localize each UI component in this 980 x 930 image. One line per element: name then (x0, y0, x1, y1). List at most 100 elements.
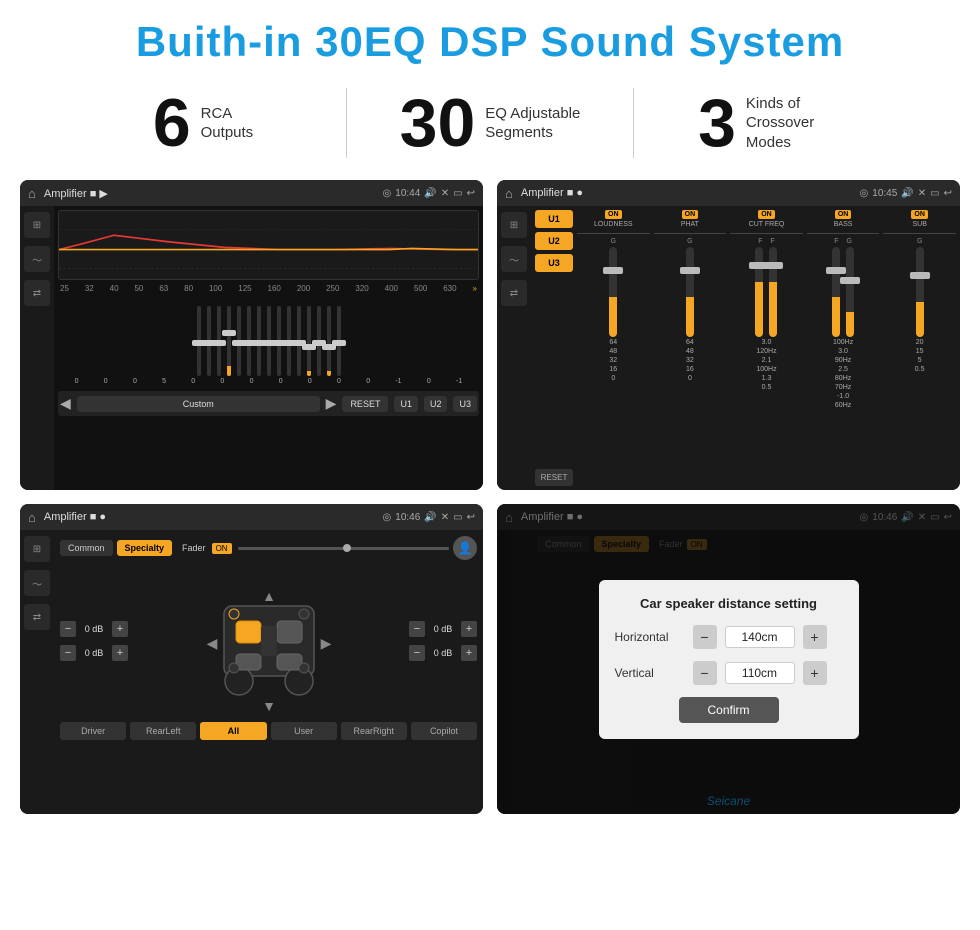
eq-prev-btn[interactable]: ◀ (60, 395, 71, 412)
screenshots-grid: ⌂ Amplifier ■ ▶ ◎ 10:44 🔊 ✕ ▭ ↩ ⊞ 〜 ⇄ (0, 170, 980, 824)
eq-slider-6[interactable] (247, 306, 251, 376)
amp-ch-loudness: ON LOUDNESS G 64 48 (577, 210, 650, 486)
amp-presets: U1 U2 U3 RESET (535, 210, 573, 486)
eq-u2-btn[interactable]: U2 (424, 396, 448, 412)
spk-sidebar-icon-2[interactable]: 〜 (24, 570, 50, 596)
home-icon[interactable]: ⌂ (28, 186, 36, 201)
driver-btn[interactable]: Driver (60, 722, 126, 740)
close-icon-3[interactable]: ✕ (441, 512, 449, 523)
eq-slider-3[interactable] (217, 306, 221, 376)
spk-specialty-tab[interactable]: Specialty (117, 540, 173, 556)
eq-u3-btn[interactable]: U3 (453, 396, 477, 412)
distance-dialog-overlay: Car speaker distance setting Horizontal … (497, 504, 960, 814)
eq-reset-btn[interactable]: RESET (342, 396, 388, 412)
spk-sidebar-icon-1[interactable]: ⊞ (24, 536, 50, 562)
amp-preset-u2[interactable]: U2 (535, 232, 573, 250)
db-plus-right-top[interactable]: + (461, 621, 477, 637)
eq-slider-15[interactable] (337, 306, 341, 376)
window-icon-3[interactable]: ▭ (453, 512, 462, 523)
db-minus-right-bot[interactable]: − (409, 645, 425, 661)
eq-slider-7[interactable] (257, 306, 261, 376)
eq-next-btn[interactable]: ▶ (326, 395, 337, 412)
all-btn[interactable]: All (200, 722, 266, 740)
phat-slider[interactable] (686, 247, 694, 337)
eq-sidebar-icon-2[interactable]: 〜 (24, 246, 50, 272)
sub-slider[interactable] (916, 247, 924, 337)
eq-slider-5[interactable] (237, 306, 241, 376)
window-icon[interactable]: ▭ (453, 188, 462, 199)
db-minus-left-top[interactable]: − (60, 621, 76, 637)
eq-slider-13[interactable] (317, 306, 321, 376)
vertical-plus[interactable]: + (803, 661, 827, 685)
vertical-minus[interactable]: − (693, 661, 717, 685)
eq-slider-9[interactable] (277, 306, 281, 376)
horizontal-plus[interactable]: + (803, 625, 827, 649)
rearleft-btn[interactable]: RearLeft (130, 722, 196, 740)
car-diagram-area: − 0 dB + − 0 dB + (60, 566, 477, 716)
amp-ch-sub: ON SUB G 20 15 (883, 210, 956, 486)
copilot-btn[interactable]: Copilot (411, 722, 477, 740)
cutfreq-slider-1[interactable] (755, 247, 763, 337)
bass-slider-1[interactable] (832, 247, 840, 337)
eq-custom-btn[interactable]: Custom (77, 396, 320, 412)
back-icon-2[interactable]: ↩ (944, 188, 952, 199)
window-icon-2[interactable]: ▭ (930, 188, 939, 199)
fader-thumb[interactable] (343, 544, 351, 552)
screen3-icons: ◎ 10:46 🔊 ✕ ▭ ↩ (383, 512, 475, 523)
user-profile-icon[interactable]: 👤 (453, 536, 477, 560)
cutfreq-slider-2[interactable] (769, 247, 777, 337)
eq-slider-2[interactable] (207, 306, 211, 376)
amp-reset-btn[interactable]: RESET (535, 469, 573, 486)
spk-common-tab[interactable]: Common (60, 540, 113, 556)
location-icon: ◎ (383, 188, 392, 199)
db-minus-left-bot[interactable]: − (60, 645, 76, 661)
eq-slider-8[interactable] (267, 306, 271, 376)
horizontal-minus[interactable]: − (693, 625, 717, 649)
db-minus-right-top[interactable]: − (409, 621, 425, 637)
eq-sidebar-icon-3[interactable]: ⇄ (24, 280, 50, 306)
phat-on-badge[interactable]: ON (682, 210, 699, 219)
screen3-content: ⊞ 〜 ⇄ Common Specialty Fader ON (20, 530, 483, 814)
fader-track[interactable] (238, 547, 449, 550)
screen3-title: Amplifier ■ ● (44, 511, 375, 523)
bass-slider-2[interactable] (846, 247, 854, 337)
amp-sidebar-icon-3[interactable]: ⇄ (501, 280, 527, 306)
home-icon-2[interactable]: ⌂ (505, 186, 513, 201)
confirm-button[interactable]: Confirm (679, 697, 779, 723)
spk-main-content: Common Specialty Fader ON 👤 (54, 530, 483, 814)
home-icon-3[interactable]: ⌂ (28, 510, 36, 525)
volume-icon-3: 🔊 (424, 512, 436, 523)
eq-sidebar-icon-1[interactable]: ⊞ (24, 212, 50, 238)
bass-on-badge[interactable]: ON (835, 210, 852, 219)
eq-u1-btn[interactable]: U1 (394, 396, 418, 412)
user-btn[interactable]: User (271, 722, 337, 740)
fader-on-badge[interactable]: ON (212, 543, 232, 554)
db-plus-left-bot[interactable]: + (112, 645, 128, 661)
spk-sidebar-icon-3[interactable]: ⇄ (24, 604, 50, 630)
close-icon[interactable]: ✕ (441, 188, 449, 199)
amp-sidebar-icon-1[interactable]: ⊞ (501, 212, 527, 238)
db-ctrl-left-top: − 0 dB + (60, 621, 128, 637)
db-plus-left-top[interactable]: + (112, 621, 128, 637)
close-icon-2[interactable]: ✕ (918, 188, 926, 199)
amp-preset-u1[interactable]: U1 (535, 210, 573, 228)
sub-on-badge[interactable]: ON (911, 210, 928, 219)
amp-preset-u3[interactable]: U3 (535, 254, 573, 272)
svg-text:▲: ▲ (262, 588, 276, 604)
loudness-slider[interactable] (609, 247, 617, 337)
loudness-on-badge[interactable]: ON (605, 210, 622, 219)
db-plus-right-bot[interactable]: + (461, 645, 477, 661)
eq-slider-4[interactable] (227, 306, 231, 376)
back-icon-3[interactable]: ↩ (467, 512, 475, 523)
amp-ch-bass: ON BASS FG (807, 210, 880, 486)
eq-slider-14[interactable] (327, 306, 331, 376)
back-icon[interactable]: ↩ (467, 188, 475, 199)
eq-slider-10[interactable] (287, 306, 291, 376)
eq-slider-1[interactable] (197, 306, 201, 376)
cutfreq-on-badge[interactable]: ON (758, 210, 775, 219)
eq-slider-11[interactable] (297, 306, 301, 376)
stat-eq: 30 EQ AdjustableSegments (347, 89, 633, 157)
amp-sidebar-icon-2[interactable]: 〜 (501, 246, 527, 272)
eq-slider-12[interactable] (307, 306, 311, 376)
rearright-btn[interactable]: RearRight (341, 722, 407, 740)
